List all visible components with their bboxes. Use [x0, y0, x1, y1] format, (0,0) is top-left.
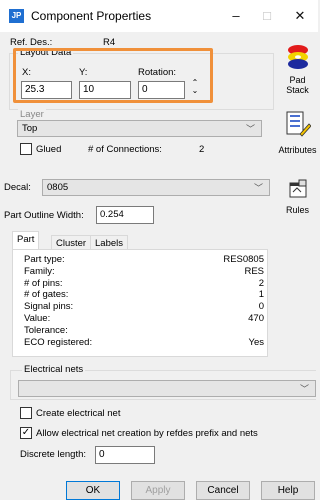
layer-value: Top — [22, 123, 38, 134]
part-property-label: ECO registered: — [24, 336, 93, 348]
close-button[interactable]: ✕ — [289, 6, 311, 26]
part-property-row: Tolerance: — [24, 325, 264, 336]
part-property-row: Family: RES — [24, 266, 264, 277]
layer-select[interactable]: Top ﹀ — [17, 120, 262, 137]
electrical-nets-label: Electrical nets — [22, 364, 86, 375]
glued-label: Glued — [36, 144, 62, 155]
part-property-value: 470 — [248, 313, 264, 324]
electrical-nets-select[interactable]: ﹀ — [18, 380, 316, 397]
part-property-label: # of pins: — [24, 277, 63, 289]
tab-part[interactable]: Part — [12, 231, 40, 249]
create-net-label: Create electrical net — [36, 408, 121, 419]
part-outline-input[interactable]: 0.254 — [96, 206, 154, 224]
orange-highlight-box — [13, 48, 213, 103]
decal-label: Decal: — [4, 182, 31, 193]
part-property-row: Value: 470 — [24, 313, 264, 324]
rules-label: Rules — [285, 205, 309, 215]
pad-stack-button[interactable]: Pad Stack — [277, 44, 318, 95]
allow-net-checkbox[interactable]: ✓ — [20, 427, 32, 439]
ref-des-value: R4 — [103, 37, 116, 48]
chevron-down-icon: ﹀ — [299, 384, 309, 394]
allow-net-label: Allow electrical net creation by refdes … — [36, 428, 258, 439]
part-outline-label: Part Outline Width: — [4, 210, 84, 221]
part-property-label: Tolerance: — [24, 324, 68, 336]
attributes-icon — [286, 111, 312, 137]
part-property-value: 1 — [258, 289, 264, 301]
pad-stack-icon — [287, 45, 308, 69]
rules-icon — [289, 179, 306, 198]
part-property-label: Part type: — [24, 254, 65, 265]
attributes-label: Attributes — [278, 145, 317, 155]
part-property-label: Signal pins: — [24, 301, 74, 313]
part-property-value: RES0805 — [223, 254, 264, 265]
app-icon: JP — [9, 9, 24, 23]
glued-checkbox[interactable] — [20, 143, 32, 155]
chevron-down-icon: ﹀ — [245, 124, 255, 134]
ok-button[interactable]: OK — [66, 481, 120, 500]
create-net-checkbox[interactable] — [20, 407, 32, 419]
part-property-label: Value: — [24, 313, 51, 324]
connections-value: 2 — [199, 144, 205, 155]
part-property-value: Yes — [248, 336, 265, 348]
help-button[interactable]: Help — [261, 481, 315, 500]
chevron-down-icon: ﹀ — [253, 183, 263, 193]
decal-value: 0805 — [47, 182, 69, 193]
decal-select[interactable]: 0805 ﹀ — [42, 179, 270, 196]
discrete-length-label: Discrete length: — [20, 449, 87, 460]
part-property-value: 2 — [258, 277, 264, 289]
part-property-label: Family: — [24, 265, 55, 277]
pad-stack-label: Pad Stack — [286, 75, 309, 95]
part-property-row: Signal pins: 0 — [24, 301, 264, 312]
discrete-length-input[interactable]: 0 — [95, 446, 155, 464]
part-property-row: # of pins: 2 — [24, 278, 264, 289]
part-property-value: 0 — [258, 301, 264, 313]
part-property-label: # of gates: — [24, 289, 69, 301]
window-title: Component Properties — [31, 9, 152, 23]
rules-button[interactable]: Rules — [277, 178, 318, 215]
part-property-row: ECO registered: Yes — [24, 337, 264, 348]
layer-label: Layer — [18, 109, 46, 120]
connections-label: # of Connections: — [88, 144, 162, 155]
minimize-button[interactable]: – — [225, 6, 247, 26]
part-property-row: # of gates: 1 — [24, 289, 264, 300]
part-property-value: RES — [244, 265, 264, 277]
apply-button[interactable]: Apply — [131, 481, 185, 500]
maximize-button[interactable]: □ — [256, 6, 278, 26]
check-icon: ✓ — [21, 427, 31, 438]
cancel-button[interactable]: Cancel — [196, 481, 250, 500]
part-property-row: Part type: RES0805 — [24, 254, 264, 265]
attributes-button[interactable]: Attributes — [277, 110, 318, 155]
